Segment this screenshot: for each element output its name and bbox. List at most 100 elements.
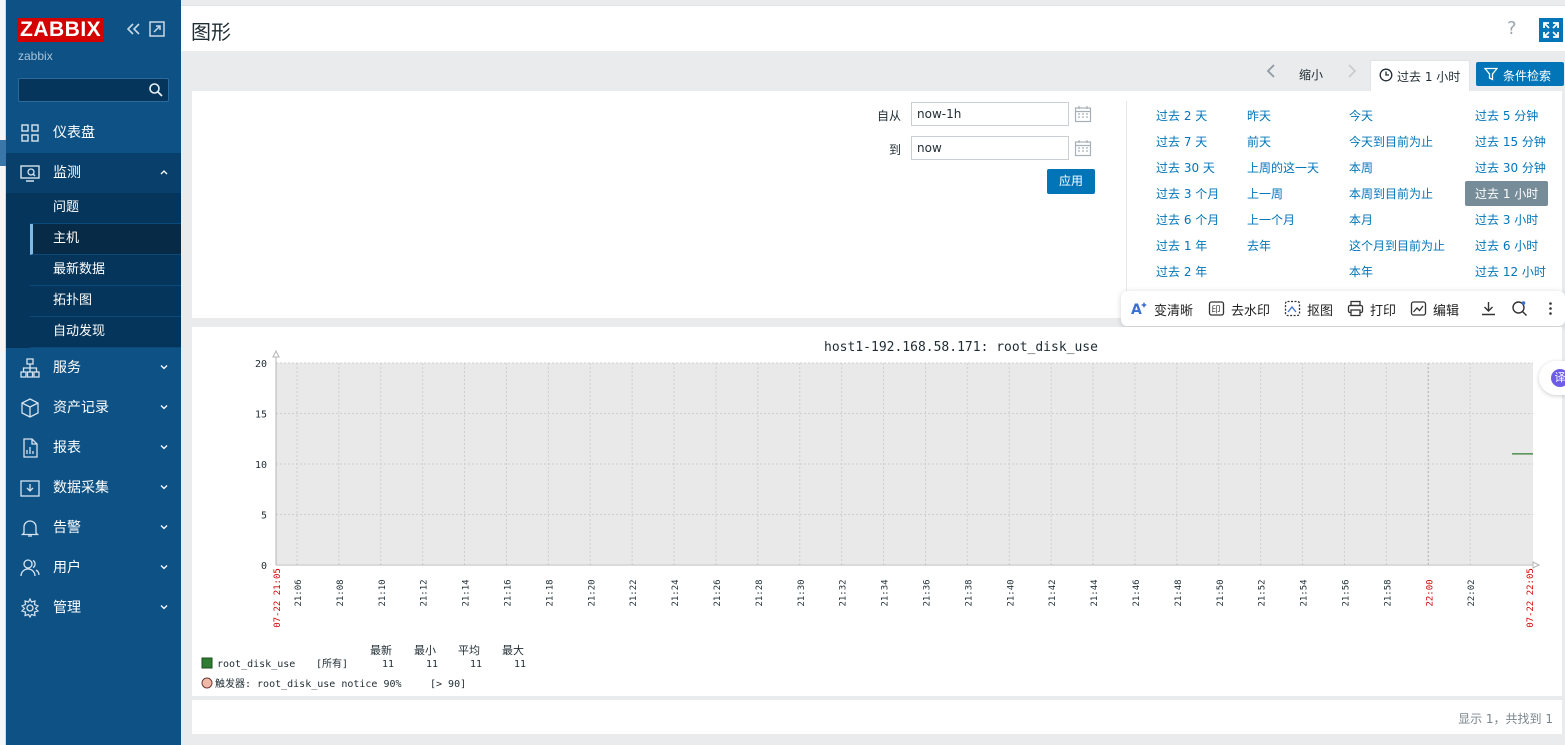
fullscreen-button[interactable]	[1539, 18, 1563, 42]
nav-services[interactable]: 服务	[6, 348, 181, 388]
sidebar-search-input[interactable]	[18, 78, 169, 102]
collapse-sidebar-icon[interactable]	[124, 20, 142, 38]
graph-panel: host1-192.168.58.171: root_disk_use 0 5 10…	[192, 327, 1562, 696]
search-image-icon[interactable]	[1511, 300, 1528, 317]
legend-item-name: root_disk_use	[217, 659, 295, 670]
chevron-down-icon	[160, 405, 168, 410]
nav-data-collection[interactable]: 数据采集	[6, 468, 181, 508]
edit-image-icon[interactable]	[1410, 300, 1427, 317]
filter-tab-label: 条件检索	[1503, 69, 1552, 83]
quick-range-link[interactable]: 过去 2 天	[1156, 107, 1207, 124]
nav-reports-label: 报表	[53, 440, 81, 456]
chevron-right-icon[interactable]	[1345, 63, 1359, 79]
quick-range-link[interactable]: 过去 30 分钟	[1475, 159, 1546, 176]
chevron-down-icon	[160, 365, 168, 370]
print-icon[interactable]	[1347, 300, 1364, 317]
quick-range-link[interactable]: 上周的这一天	[1247, 159, 1319, 176]
edit-image-button[interactable]: 编辑	[1433, 300, 1459, 319]
svg-text:印: 印	[1212, 304, 1221, 316]
quick-range-link[interactable]: 过去 1 小时	[1465, 181, 1549, 206]
y-axis-ticks: 0 5 10 15 20	[255, 359, 267, 572]
submenu-item-problems[interactable]: 问题	[30, 193, 181, 224]
download-icon[interactable]	[1480, 300, 1497, 317]
x-tick-label: 21:30	[797, 579, 807, 606]
x-tick-label: 21:14	[462, 579, 472, 606]
quick-range-link[interactable]: 今天	[1349, 107, 1373, 124]
page-header: 图形 ?	[181, 5, 1565, 51]
enhance-button[interactable]: 变清晰	[1154, 300, 1193, 319]
submenu-item-latest-data[interactable]: 最新数据	[30, 255, 181, 286]
quick-range-link[interactable]: 过去 15 分钟	[1475, 133, 1546, 150]
quick-range-link[interactable]: 过去 2 年	[1156, 263, 1207, 280]
legend-value-last: 11	[382, 659, 394, 670]
chevron-left-icon[interactable]	[1264, 63, 1278, 79]
quick-range-link[interactable]: 过去 12 小时	[1475, 263, 1546, 280]
quick-range-link[interactable]: 过去 7 天	[1156, 133, 1207, 150]
calendar-icon[interactable]	[1074, 139, 1092, 157]
watermark-remove-icon[interactable]: 印	[1208, 300, 1225, 317]
x-axis-start-label: 07-22 21:05	[273, 568, 283, 628]
nav-users[interactable]: 用户	[6, 548, 181, 588]
chevron-down-icon	[160, 445, 168, 450]
nav-reports[interactable]: 报表	[6, 428, 181, 468]
quick-range-link[interactable]: 今天到目前为止	[1349, 133, 1433, 150]
nav-monitoring[interactable]: 监测	[6, 153, 181, 193]
x-tick-label: 21:24	[671, 579, 681, 606]
quick-range-link[interactable]: 这个月到目前为止	[1349, 237, 1445, 254]
x-tick-label: 21:22	[629, 579, 639, 606]
kiosk-mode-icon[interactable]	[148, 20, 166, 38]
filter-tab[interactable]: 条件检索	[1476, 62, 1564, 86]
help-icon[interactable]: ?	[1507, 18, 1517, 39]
x-tick-label: 22:02	[1467, 579, 1477, 606]
quick-range-link[interactable]: 过去 1 年	[1156, 237, 1207, 254]
quick-range-link[interactable]: 本年	[1349, 263, 1373, 280]
zoom-out-button[interactable]: 缩小	[1299, 66, 1323, 83]
cutout-button[interactable]: 抠图	[1307, 300, 1333, 319]
translate-icon: 译	[1551, 369, 1565, 387]
watermark-remove-button[interactable]: 去水印	[1231, 300, 1270, 319]
time-period-tab[interactable]: 过去 1 小时	[1370, 60, 1470, 91]
nav-dashboard[interactable]: 仪表盘	[6, 113, 181, 153]
x-tick-label: 21:46	[1132, 579, 1142, 606]
calendar-icon[interactable]	[1074, 105, 1092, 123]
quick-range-link[interactable]: 前天	[1247, 133, 1271, 150]
print-button[interactable]: 打印	[1370, 300, 1396, 319]
to-input[interactable]	[911, 136, 1069, 160]
apply-button[interactable]: 应用	[1047, 169, 1095, 194]
chevron-down-icon	[160, 485, 168, 490]
quick-range-link[interactable]: 过去 30 天	[1156, 159, 1215, 176]
reports-icon	[23, 438, 38, 458]
fullscreen-icon	[1543, 22, 1559, 38]
server-name: zabbix	[18, 49, 53, 63]
quick-range-link[interactable]: 昨天	[1247, 107, 1271, 124]
cutout-icon[interactable]	[1284, 300, 1301, 317]
submenu-item-hosts[interactable]: 主机	[30, 224, 181, 255]
legend-header-avg: 平均	[458, 644, 480, 657]
browser-image-toolbar: A 变清晰 印 去水印 抠图 打印 编辑	[1121, 291, 1565, 326]
search-icon[interactable]	[148, 82, 164, 98]
nav-alerts[interactable]: 告警	[6, 508, 181, 548]
quick-range-link[interactable]: 过去 3 个月	[1156, 185, 1219, 202]
quick-range-link[interactable]: 过去 6 小时	[1475, 237, 1538, 254]
submenu-item-maps[interactable]: 拓扑图	[30, 286, 181, 317]
x-tick-label: 21:08	[336, 579, 346, 606]
quick-range-link[interactable]: 本月	[1349, 211, 1373, 228]
quick-range-link[interactable]: 过去 3 小时	[1475, 211, 1538, 228]
quick-range-link[interactable]: 上一个月	[1247, 211, 1295, 228]
nav-inventory[interactable]: 资产记录	[6, 388, 181, 428]
quick-range-link[interactable]: 本周到目前为止	[1349, 185, 1433, 202]
quick-range-link[interactable]: 过去 6 个月	[1156, 211, 1219, 228]
more-options-icon[interactable]	[1542, 300, 1559, 317]
zabbix-logo[interactable]: ZABBIX	[17, 18, 105, 42]
submenu-item-discovery[interactable]: 自动发现	[30, 317, 181, 348]
quick-range-link[interactable]: 本周	[1349, 159, 1373, 176]
nav-administration[interactable]: 管理	[6, 588, 181, 628]
quick-range-link[interactable]: 上一周	[1247, 185, 1283, 202]
quick-range-link[interactable]: 去年	[1247, 237, 1271, 254]
y-tick-label: 15	[255, 410, 267, 421]
enhance-icon[interactable]: A	[1131, 300, 1148, 317]
from-input[interactable]	[911, 102, 1069, 126]
x-tick-label: 21:32	[839, 579, 849, 606]
quick-range-link[interactable]: 过去 5 分钟	[1475, 107, 1538, 124]
translate-widget[interactable]: 译	[1539, 361, 1565, 395]
